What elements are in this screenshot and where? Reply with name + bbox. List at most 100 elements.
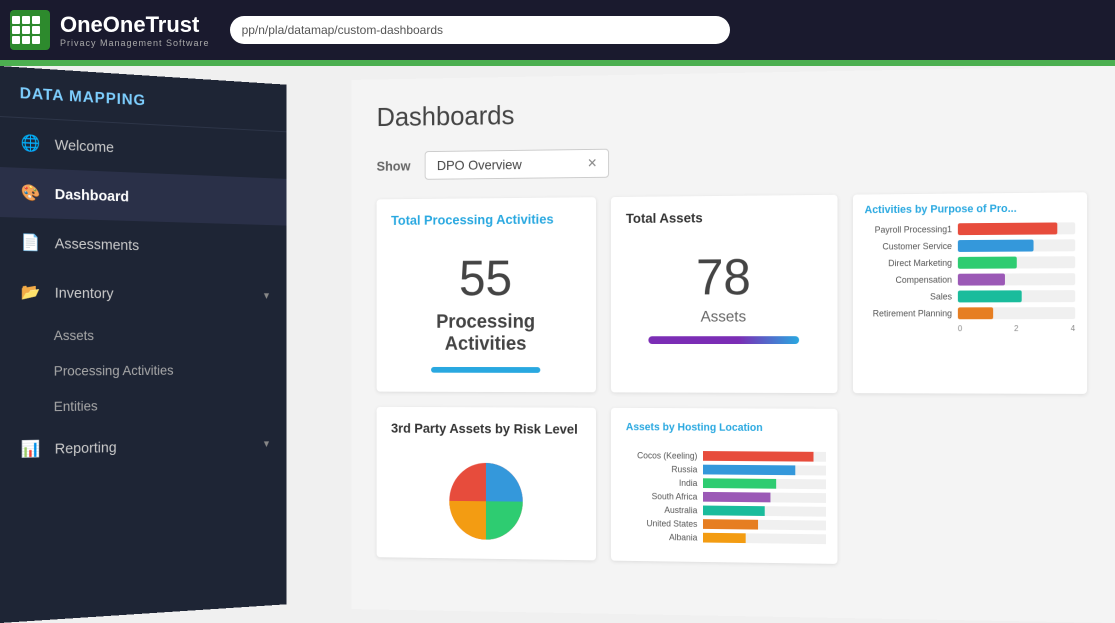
bar-chart-rows: Payroll Processing1 Customer Service Dir… — [865, 222, 1076, 319]
top-bar: OneOneTrustOneTrust Privacy Management S… — [0, 0, 1115, 60]
total-assets-number: 78 — [696, 252, 751, 303]
bar-container — [958, 273, 1075, 285]
page-title: Dashboards — [377, 90, 1087, 132]
bar-label: Compensation — [865, 275, 952, 285]
document-icon: 📄 — [20, 232, 41, 254]
logo-grid — [12, 16, 40, 44]
chart-icon: 📊 — [20, 438, 41, 460]
hosting-row: United States — [622, 518, 826, 530]
hosting-row: India — [622, 478, 826, 490]
sidebar-item-assessments[interactable]: 📄 Assessments — [0, 217, 286, 272]
activities-purpose-body: Activities by Purpose of Pro... Payroll … — [853, 192, 1087, 343]
hosting-label: Cocos (Keeling) — [622, 450, 697, 460]
main-layout: DATA MAPPING 🌐 Welcome 🎨 Dashboard 📄 Ass… — [0, 66, 1115, 623]
bar-container — [958, 239, 1075, 252]
content-area: Dashboards Show DPO Overview ✕ Total Pro… — [351, 66, 1115, 623]
total-assets-body: 78 Assets — [611, 232, 838, 364]
hosting-bar-container — [703, 519, 826, 530]
processing-activities-label: Processing Activities — [436, 311, 535, 355]
bar-label: Direct Marketing — [865, 258, 952, 268]
logo-text: OneOneTrustOneTrust Privacy Management S… — [60, 12, 210, 48]
hosting-row: Russia — [622, 464, 826, 475]
processing-activities-number: 55 — [459, 254, 512, 304]
sidebar-item-reporting[interactable]: 📊 Reporting ▾ — [0, 420, 286, 475]
sidebar-label-assessments: Assessments — [55, 235, 139, 254]
activities-purpose-title: Activities by Purpose of Pro... — [865, 202, 1076, 216]
hosting-row: Australia — [622, 505, 826, 517]
hosting-bar-container — [703, 506, 826, 517]
dashboard-select[interactable]: DPO Overview ✕ — [425, 149, 609, 180]
hosting-bar-fill — [703, 465, 795, 476]
bar-fill — [958, 257, 1016, 269]
bar-row: Retirement Planning — [865, 307, 1076, 319]
total-assets-label: Assets — [701, 309, 747, 327]
hosting-location-title: Assets by Hosting Location — [611, 408, 838, 442]
hosting-row: Cocos (Keeling) — [622, 450, 826, 461]
bar-row: Direct Marketing — [865, 256, 1076, 269]
bar-label: Sales — [865, 292, 952, 302]
bar-row: Payroll Processing1 — [865, 222, 1076, 235]
hosting-bar-fill — [703, 533, 746, 543]
bar-row: Customer Service — [865, 239, 1076, 252]
bar-container — [958, 256, 1075, 269]
sidebar-subitem-processing-activities[interactable]: Processing Activities — [0, 352, 286, 389]
bar-fill — [958, 240, 1034, 252]
processing-activities-title: Total Processing Activities — [377, 197, 596, 235]
hosting-label: Australia — [622, 505, 697, 516]
third-party-title: 3rd Party Assets by Risk Level — [377, 407, 596, 445]
sidebar-subitem-entities[interactable]: Entities — [0, 386, 286, 425]
hosting-location-card: Assets by Hosting Location Cocos (Keelin… — [611, 408, 838, 564]
hosting-bar-fill — [703, 519, 758, 529]
total-assets-title: Total Assets — [611, 195, 838, 234]
bar-container — [958, 307, 1075, 319]
show-row: Show DPO Overview ✕ — [377, 142, 1087, 180]
hosting-row: Albania — [622, 532, 826, 544]
sidebar-label-welcome: Welcome — [55, 136, 114, 155]
chevron-down-icon-2: ▾ — [264, 437, 269, 450]
hosting-label: United States — [622, 518, 697, 529]
bar-label: Retirement Planning — [865, 308, 952, 318]
bar-label: Customer Service — [865, 241, 952, 251]
processing-activities-card: Total Processing Activities 55 Processin… — [377, 197, 596, 392]
hosting-bar-fill — [703, 492, 770, 502]
hosting-label: Albania — [622, 532, 697, 543]
hosting-label: South Africa — [622, 491, 697, 501]
pie-chart — [440, 453, 532, 550]
hosting-bar-container — [703, 451, 826, 462]
bar-container — [958, 290, 1075, 302]
hosting-location-body: Cocos (Keeling) Russia India South Afric… — [611, 441, 838, 558]
sidebar-subitem-assets[interactable]: Assets — [0, 317, 286, 353]
close-icon[interactable]: ✕ — [587, 156, 597, 172]
logo: OneOneTrustOneTrust Privacy Management S… — [10, 10, 210, 50]
hosting-bar-container — [703, 533, 826, 544]
total-assets-card: Total Assets 78 Assets — [611, 195, 838, 393]
processing-activities-bar — [431, 367, 541, 373]
bar-fill — [958, 290, 1022, 302]
hosting-bar-fill — [703, 451, 814, 462]
bar-row: Sales — [865, 290, 1076, 303]
sidebar: DATA MAPPING 🌐 Welcome 🎨 Dashboard 📄 Ass… — [0, 66, 286, 623]
address-bar[interactable]: pp/n/pla/datamap/custom-dashboards — [230, 16, 730, 44]
sidebar-label-inventory: Inventory — [55, 284, 114, 301]
bar-row: Compensation — [865, 273, 1076, 286]
bar-fill — [958, 274, 1005, 286]
hosting-bar-fill — [703, 478, 777, 488]
hosting-bar-container — [703, 492, 826, 503]
bar-fill — [958, 222, 1058, 235]
url-text: pp/n/pla/datamap/custom-dashboards — [242, 23, 443, 37]
brand-name: OneOneTrustOneTrust — [60, 12, 210, 38]
bar-label: Payroll Processing1 — [865, 224, 952, 235]
third-party-card: 3rd Party Assets by Risk Level — [377, 407, 596, 561]
sidebar-label-processing: Processing Activities — [54, 362, 174, 378]
sidebar-label-dashboard: Dashboard — [55, 186, 129, 205]
sidebar-label-entities: Entities — [54, 398, 98, 414]
sidebar-label-assets: Assets — [54, 327, 94, 343]
show-label: Show — [377, 158, 411, 174]
hosting-label: India — [622, 478, 697, 488]
sidebar-item-inventory[interactable]: 📂 Inventory ▾ — [0, 267, 286, 319]
hosting-row: South Africa — [622, 491, 826, 503]
bar-fill — [958, 307, 993, 319]
third-party-body — [377, 443, 596, 560]
dashboard-grid: Total Processing Activities 55 Processin… — [377, 192, 1087, 567]
sidebar-label-reporting: Reporting — [55, 439, 117, 457]
